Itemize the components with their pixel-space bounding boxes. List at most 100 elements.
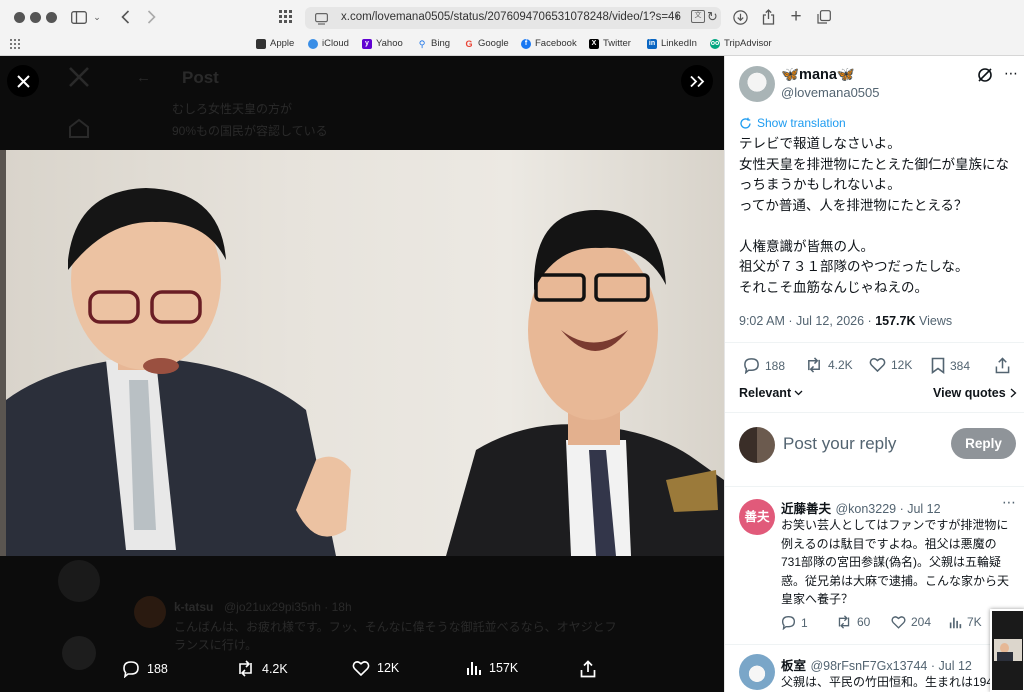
reply-author-name[interactable]: 近藤善夫 — [781, 502, 831, 516]
author-handle[interactable]: @lovemana0505 — [781, 85, 879, 100]
forward-button[interactable] — [142, 7, 160, 27]
close-media-button[interactable] — [7, 65, 39, 97]
page-icon — [315, 12, 329, 30]
reply-button[interactable]: Reply — [951, 428, 1016, 459]
post-share-button[interactable] — [995, 357, 1010, 374]
post-bookmark-button[interactable]: 384 — [931, 357, 970, 374]
post-timestamp[interactable]: 9:02 AM · Jul 12, 2026 · — [739, 314, 875, 328]
post-line: 人権意識が皆無の人。 — [739, 238, 874, 254]
pip-frame — [994, 639, 1022, 661]
google-icon: G — [465, 38, 473, 49]
reply-line: 例えるのは駄目ですよね。祖父は悪魔の — [781, 536, 997, 551]
reply-avatar[interactable]: 善夫 — [739, 499, 775, 535]
divider — [725, 486, 1024, 487]
more-options-icon[interactable]: ⋯ — [1004, 65, 1019, 82]
view-quotes-link[interactable]: View quotes — [933, 386, 1017, 400]
tab-overview-icon[interactable] — [278, 7, 294, 27]
reload-icon[interactable]: ↻ — [707, 9, 718, 25]
divider — [725, 412, 1024, 413]
audio-icon[interactable]: 🔈︎ — [675, 11, 681, 22]
new-tab-icon[interactable]: + — [787, 6, 805, 27]
post-line: 祖父が７３１部隊のやつだったしな。 — [739, 259, 969, 274]
author-display-name[interactable]: 🦋mana🦋 — [781, 66, 855, 83]
repost-icon — [808, 357, 820, 373]
media-repost-button[interactable]: 4.2K — [236, 660, 288, 677]
heart-icon — [869, 358, 886, 372]
bookmark-bing[interactable]: ⚲ Bing — [417, 38, 450, 49]
yahoo-icon: y — [362, 38, 372, 49]
bookmark-facebook[interactable]: f Facebook — [521, 38, 577, 49]
reply-line: 惑。従兄弟は大麻で逮捕。こんな家から天 — [781, 573, 1010, 588]
reply-reply-button[interactable]: 1 — [781, 615, 808, 630]
sidebar-toggle-icon[interactable] — [70, 7, 88, 27]
bookmark-tripadvisor[interactable]: oo TripAdvisor — [710, 38, 772, 49]
media-like-count: 12K — [377, 661, 400, 675]
post-repost-button[interactable]: 4.2K — [805, 357, 853, 373]
post-reply-button[interactable]: 188 — [743, 357, 785, 374]
grid-icon[interactable] — [10, 39, 20, 52]
expand-panel-button[interactable] — [681, 65, 713, 97]
chevron-down-icon[interactable]: ⌄ — [92, 7, 102, 27]
media-reply-button[interactable]: 188 — [122, 660, 168, 678]
reply-line: 731部隊の宮田参謀(偽名)。父親は五輪疑 — [781, 555, 1002, 569]
bookmark-apple[interactable]: Apple — [256, 38, 294, 49]
reply-input[interactable]: Post your reply — [783, 434, 896, 454]
reply-author-name[interactable]: 板室 — [781, 659, 806, 673]
reply-views-count: 7K — [967, 615, 982, 629]
home-icon — [68, 118, 90, 143]
close-window-button[interactable] — [14, 12, 25, 23]
reply-author-handle[interactable]: @kon3229 · Jul 12 — [835, 502, 940, 516]
linkedin-icon: in — [647, 38, 657, 49]
post-panel: 🦋mana🦋 @lovemana0505 ⋯ Show translation … — [724, 56, 1024, 692]
bookmark-label: iCloud — [322, 38, 349, 49]
zoom-window-button[interactable] — [46, 12, 57, 23]
media-share-button[interactable] — [580, 660, 596, 678]
post-line: それこそ血筋なんじゃねえの。 — [739, 279, 928, 295]
media-viewer: ← Post むしろ女性天皇の方が 90%もの国民が容認している k-tatsu… — [0, 56, 724, 692]
bookmark-yahoo[interactable]: y Yahoo — [362, 38, 403, 49]
share-icon[interactable] — [759, 7, 777, 27]
bookmark-label: Apple — [270, 38, 295, 49]
bookmark-label: Yahoo — [376, 38, 403, 49]
reply-author-handle[interactable]: @98rFsnF7Gx13744 · Jul 12 — [810, 659, 971, 673]
bookmark-google[interactable]: G Google — [464, 38, 508, 49]
screen: ⌄ x.com/lovemana0505/status/207609470653… — [0, 0, 1024, 692]
post-like-count: 12K — [891, 357, 913, 372]
translate-icon — [740, 117, 751, 129]
minimize-window-button[interactable] — [30, 12, 41, 23]
downloads-icon[interactable] — [731, 7, 749, 27]
post-line: っちまうかもしれないよ。 — [739, 177, 901, 192]
media-views-button[interactable]: 157K — [466, 660, 518, 676]
sort-label: Relevant — [739, 386, 792, 400]
view-quotes-label: View quotes — [933, 386, 1006, 400]
views-chart-icon — [467, 662, 481, 675]
address-bar[interactable]: x.com/lovemana0505/status/20760947065310… — [305, 7, 721, 29]
reply-header: 近藤善夫 @kon3229 · Jul 12 — [781, 498, 941, 518]
grok-icon[interactable] — [977, 67, 993, 88]
reply-views-button[interactable]: 7K — [949, 615, 982, 629]
bookmark-linkedin[interactable]: in LinkedIn — [647, 38, 697, 49]
bookmark-twitter[interactable]: X Twitter — [589, 38, 631, 49]
post-like-button[interactable]: 12K — [869, 357, 912, 372]
pip-video-thumbnail[interactable] — [990, 609, 1024, 692]
bookmark-icloud[interactable]: iCloud — [308, 38, 349, 49]
facebook-icon: f — [521, 38, 531, 49]
reply-more-icon[interactable]: ⋯ — [1002, 494, 1016, 511]
show-translation-link[interactable]: Show translation — [739, 116, 846, 130]
sort-relevant-dropdown[interactable]: Relevant — [739, 386, 803, 400]
reply-repost-button[interactable]: 60 — [836, 615, 870, 629]
author-avatar[interactable] — [739, 66, 775, 102]
bookmark-label: LinkedIn — [661, 38, 697, 49]
reply-like-button[interactable]: 204 — [891, 615, 931, 629]
video-player[interactable] — [0, 150, 724, 556]
tabs-icon[interactable] — [815, 7, 833, 27]
back-button[interactable] — [116, 7, 134, 27]
media-like-button[interactable]: 12K — [352, 660, 399, 676]
translate-icon[interactable]: 文 — [691, 10, 705, 23]
reply-avatar[interactable] — [739, 654, 775, 690]
x-icon: X — [589, 38, 599, 49]
browser-toolbar: ⌄ x.com/lovemana0505/status/207609470653… — [0, 0, 1024, 56]
post-repost-count: 4.2K — [828, 358, 853, 372]
post-reply-count: 188 — [765, 358, 786, 373]
reply-header: 板室 @98rFsnF7Gx13744 · Jul 12 — [781, 655, 972, 675]
